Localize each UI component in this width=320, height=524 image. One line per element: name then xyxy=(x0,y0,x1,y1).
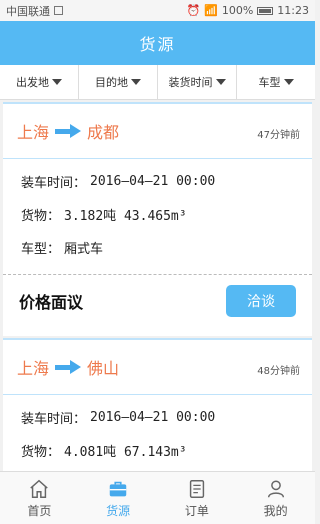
load-time-label: 装车时间： xyxy=(21,176,87,191)
filter-label: 车型 xyxy=(258,76,281,89)
status-bar: 中国联通 ⏰ 📶 100% 11:23 xyxy=(0,0,315,21)
goods-value: 3.182吨 43.465m³ xyxy=(64,209,187,224)
route: 上海 佛山 48分钟前 xyxy=(3,340,312,395)
page-header: 货源 xyxy=(0,21,315,65)
tab-orders[interactable]: 订单 xyxy=(158,472,237,524)
tab-home[interactable]: 首页 xyxy=(0,472,79,524)
carrier-name: 中国联通 xyxy=(6,4,50,18)
goods-label: 货物： xyxy=(21,445,61,460)
load-time-value: 2016—04—21 00:00 xyxy=(90,174,216,189)
briefcase-icon xyxy=(109,481,127,496)
filter-bar: 出发地 目的地 装货时间 车型 xyxy=(0,65,315,100)
dropdown-arrow-icon xyxy=(215,79,226,85)
goods-row: 货物： 4.081吨 67.143m³ xyxy=(21,434,294,467)
image-notification-icon xyxy=(54,6,63,15)
tab-label: 首页 xyxy=(27,503,52,518)
price-label: 价格面议 xyxy=(19,293,84,312)
destination-city: 成都 xyxy=(87,123,120,142)
cargo-card[interactable]: 上海 佛山 48分钟前 装车时间： 2016—04—21 00:00 货物： 4… xyxy=(3,338,312,471)
origin-city: 上海 xyxy=(17,123,50,142)
alarm-icon: ⏰ xyxy=(186,4,201,17)
negotiate-button[interactable]: 洽谈 xyxy=(226,285,296,317)
posted-time: 47分钟前 xyxy=(257,130,300,141)
clock: 11:23 xyxy=(277,4,309,17)
destination-city: 佛山 xyxy=(87,359,120,378)
cargo-card[interactable]: 上海 成都 47分钟前 装车时间： 2016—04—21 00:00 货物： 3… xyxy=(3,102,312,336)
cargo-list[interactable]: 上海 成都 47分钟前 装车时间： 2016—04—21 00:00 货物： 3… xyxy=(0,100,315,471)
route-arrow-icon xyxy=(55,124,82,138)
goods-row: 货物： 3.182吨 43.465m³ xyxy=(21,198,294,231)
dropdown-arrow-icon xyxy=(131,79,141,85)
load-time-value: 2016—04—21 00:00 xyxy=(90,410,216,425)
page-title: 货源 xyxy=(139,35,176,54)
filter-origin[interactable]: 出发地 xyxy=(0,65,79,99)
filter-label: 目的地 xyxy=(95,76,128,89)
load-time-label: 装车时间： xyxy=(21,412,87,427)
order-list-icon xyxy=(189,479,205,498)
filter-load-time[interactable]: 装货时间 xyxy=(158,65,237,99)
tab-label: 货源 xyxy=(106,503,131,518)
route: 上海 成都 47分钟前 xyxy=(3,104,312,159)
price-row: 价格面议 洽谈 xyxy=(3,275,312,327)
user-icon xyxy=(267,479,284,497)
filter-vehicle-type[interactable]: 车型 xyxy=(237,65,315,99)
origin-city: 上海 xyxy=(17,359,50,378)
vehicle-row: 车型： 厢式车 xyxy=(21,231,294,264)
goods-label: 货物： xyxy=(21,209,61,224)
load-time-row: 装车时间： 2016—04—21 00:00 xyxy=(21,165,294,198)
wifi-icon: 📶 xyxy=(204,4,218,17)
filter-destination[interactable]: 目的地 xyxy=(79,65,158,99)
posted-time: 48分钟前 xyxy=(257,366,300,377)
bottom-tab-bar: 首页 货源 订单 我的 xyxy=(0,471,315,524)
tab-label: 我的 xyxy=(263,503,288,518)
vehicle-label: 车型： xyxy=(21,242,61,257)
dropdown-arrow-icon xyxy=(283,79,294,85)
goods-value: 4.081吨 67.143m³ xyxy=(64,445,187,460)
tab-label: 订单 xyxy=(184,503,209,518)
filter-label: 装货时间 xyxy=(168,76,213,89)
load-time-row: 装车时间： 2016—04—21 00:00 xyxy=(21,401,294,434)
filter-label: 出发地 xyxy=(16,76,49,89)
tab-cargo[interactable]: 货源 xyxy=(79,472,158,524)
route-arrow-icon xyxy=(55,360,82,374)
battery-icon xyxy=(257,6,274,15)
tab-profile[interactable]: 我的 xyxy=(236,472,315,524)
dropdown-arrow-icon xyxy=(52,79,62,85)
battery-percent: 100% xyxy=(221,4,254,17)
vehicle-value: 厢式车 xyxy=(64,242,104,257)
home-icon xyxy=(30,479,49,498)
